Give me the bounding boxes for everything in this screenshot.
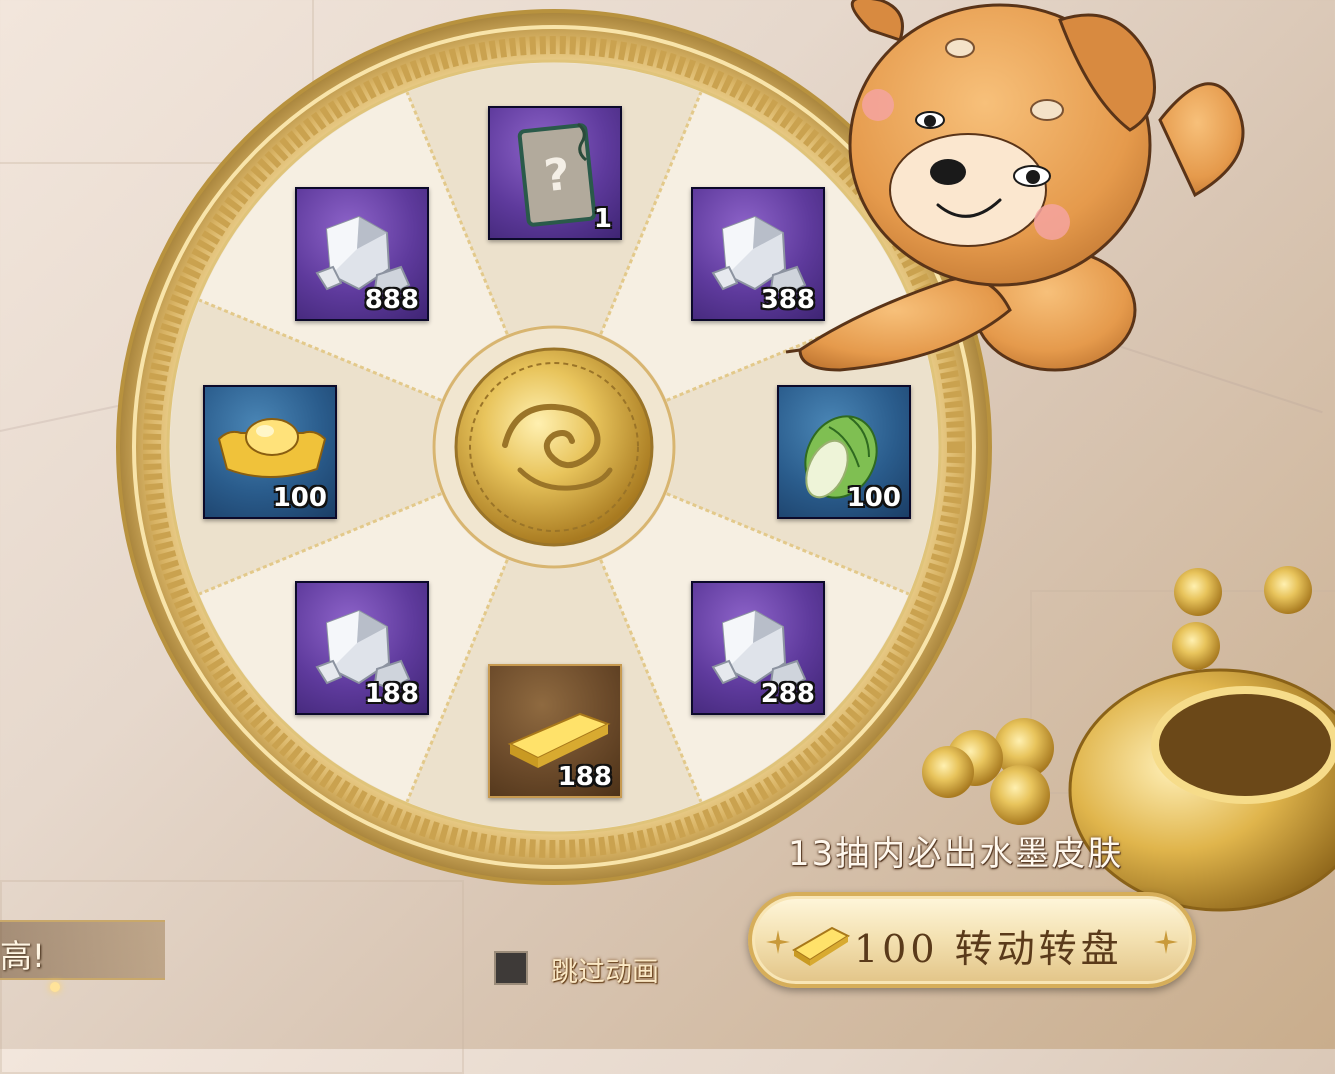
prize-quantity: 888 [364, 285, 419, 315]
gold-bar-icon [792, 926, 851, 966]
svg-text:?: ? [542, 149, 573, 202]
prize-quantity: 100 [272, 483, 327, 513]
prize-quantity: 288 [760, 679, 815, 709]
prize-quantity: 388 [760, 285, 815, 315]
prize-slot-top[interactable]: ? 1 [488, 106, 622, 240]
prize-slot-lower-left[interactable]: 188 [295, 581, 429, 715]
skip-animation-label[interactable]: 跳过动画 [551, 950, 659, 989]
prize-slot-bottom[interactable]: 188 [488, 664, 622, 798]
prize-quantity: 188 [557, 762, 612, 792]
spin-cost: 100 [854, 927, 939, 971]
tip-banner: 高! [0, 920, 165, 980]
cloud-coin-icon [432, 325, 676, 569]
spin-button-label: 100 转动转盘 [854, 918, 1123, 973]
guarantee-text: 13抽内必出水墨皮肤 [788, 834, 1124, 874]
prize-slot-upper-right[interactable]: 388 [691, 187, 825, 321]
prize-slot-lower-right[interactable]: 288 [691, 581, 825, 715]
spin-wheel-button[interactable]: 100 转动转盘 [748, 892, 1196, 988]
sparkle-icon [1154, 930, 1178, 954]
prize-quantity: 100 [846, 483, 901, 513]
prize-quantity: 1 [593, 204, 612, 234]
prize-slot-right[interactable]: 100 [777, 385, 911, 519]
prize-slot-upper-left[interactable]: 888 [295, 187, 429, 321]
prize-quantity: 188 [364, 679, 419, 709]
tip-text: 高! [0, 937, 45, 975]
spin-text: 转动转盘 [954, 927, 1123, 971]
sparkle-icon [766, 930, 790, 954]
prize-slot-left[interactable]: 100 [203, 385, 337, 519]
sparkle-icon [50, 982, 60, 992]
skip-animation-checkbox[interactable] [494, 951, 528, 985]
